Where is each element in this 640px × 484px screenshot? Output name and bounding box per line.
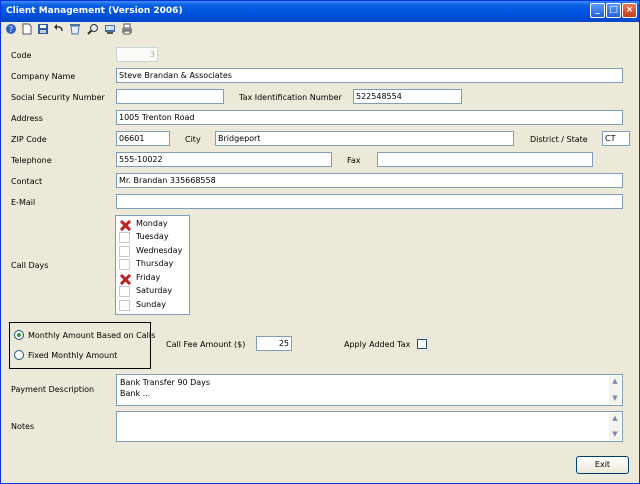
day-sunday[interactable]: Sunday (119, 299, 187, 312)
day-sunday-label: Sunday (136, 300, 166, 309)
new-icon[interactable] (21, 23, 33, 35)
payment-line-2: Bank ... (120, 389, 151, 398)
contact-field[interactable]: Mr. Brandan 335668558 (116, 173, 623, 188)
payment-label: Payment Description (11, 385, 95, 394)
day-wednesday-label: Wednesday (136, 246, 183, 255)
zip-field[interactable]: 06601 (116, 131, 170, 146)
district-label: District / State (530, 135, 588, 144)
city-field[interactable]: Bridgeport (215, 131, 514, 146)
scroll-down-icon[interactable]: ▼ (609, 429, 621, 440)
window-title: Client Management (Version 2006) (6, 6, 183, 16)
zip-label: ZIP Code (11, 135, 47, 144)
district-field[interactable]: CT (602, 131, 630, 146)
contact-label: Contact (11, 177, 43, 186)
notes-label: Notes (11, 422, 35, 431)
city-label: City (185, 135, 201, 144)
toolbar: ? (1, 22, 639, 38)
day-saturday-label: Saturday (136, 286, 173, 295)
fax-label: Fax (347, 156, 361, 165)
day-thursday[interactable]: Thursday (119, 258, 187, 271)
code-label: Code (11, 51, 32, 60)
search-icon[interactable] (87, 23, 99, 35)
ssn-field[interactable] (116, 89, 224, 104)
scroll-up-icon[interactable]: ▲ (609, 376, 621, 387)
email-label: E-Mail (11, 198, 36, 207)
day-saturday[interactable]: Saturday (119, 285, 187, 298)
day-friday[interactable]: Friday (119, 272, 187, 285)
maximize-button[interactable]: □ (606, 3, 621, 18)
plan-calls-radio[interactable] (14, 330, 24, 340)
tax-id-field[interactable]: 522548554 (353, 89, 462, 104)
help-icon[interactable]: ? (5, 23, 17, 35)
day-monday-label: Monday (136, 219, 168, 228)
scroll-down-icon[interactable]: ▼ (609, 393, 621, 404)
code-field: 3 (116, 47, 158, 62)
minimize-button[interactable]: _ (590, 3, 605, 18)
app-window: Client Management (Version 2006) _ □ × ? (0, 0, 640, 484)
call-fee-label: Call Fee Amount ($) (166, 340, 246, 349)
plan-calls-label: Monthly Amount Based on Calls (28, 331, 156, 340)
close-button[interactable]: × (622, 3, 637, 18)
print-preview-icon[interactable] (104, 23, 116, 35)
print-icon[interactable] (121, 23, 133, 35)
telephone-label: Telephone (11, 156, 52, 165)
email-field[interactable] (116, 194, 623, 209)
company-name-field[interactable]: Steve Brandan & Associates (116, 68, 623, 83)
plan-fixed-label: Fixed Monthly Amount (28, 351, 118, 360)
day-sunday-checkbox[interactable] (119, 300, 130, 311)
day-wednesday[interactable]: Wednesday (119, 245, 187, 258)
plan-fixed-radio[interactable] (14, 350, 24, 360)
svg-text:?: ? (9, 25, 13, 34)
exit-button[interactable]: Exit (576, 456, 629, 474)
company-name-label: Company Name (11, 72, 76, 81)
day-saturday-checkbox[interactable] (119, 286, 130, 297)
ssn-label: Social Security Number (11, 93, 105, 102)
notes-textarea[interactable]: ▲ ▼ (116, 411, 623, 442)
title-bar[interactable]: Client Management (Version 2006) _ □ × (1, 1, 639, 22)
payment-textarea[interactable]: Bank Transfer 90 Days Bank ... ▲ ▼ (116, 374, 623, 406)
address-label: Address (11, 114, 43, 123)
apply-tax-label: Apply Added Tax (344, 340, 411, 349)
day-monday-checkbox[interactable] (119, 219, 130, 230)
address-field[interactable]: 1005 Trenton Road (116, 110, 623, 125)
day-monday[interactable]: Monday (119, 218, 187, 231)
day-wednesday-checkbox[interactable] (119, 246, 130, 257)
day-thursday-label: Thursday (136, 259, 174, 268)
fax-field[interactable] (377, 152, 593, 167)
day-tuesday-label: Tuesday (136, 232, 169, 241)
telephone-field[interactable]: 555-10022 (116, 152, 332, 167)
undo-icon[interactable] (53, 23, 65, 35)
payment-line-1: Bank Transfer 90 Days (120, 378, 211, 387)
payment-scrollbar[interactable]: ▲ ▼ (609, 376, 621, 404)
billing-plan-group: Monthly Amount Based on Calls Fixed Mont… (9, 322, 155, 369)
scroll-up-icon[interactable]: ▲ (609, 413, 621, 424)
tax-id-label: Tax Identification Number (239, 93, 342, 102)
save-icon[interactable] (37, 23, 49, 35)
day-friday-label: Friday (136, 273, 161, 282)
day-thursday-checkbox[interactable] (119, 259, 130, 270)
notes-scrollbar[interactable]: ▲ ▼ (609, 413, 621, 440)
call-fee-field[interactable]: 25 (256, 336, 292, 351)
call-days-label: Call Days (11, 261, 49, 270)
delete-icon[interactable] (69, 23, 81, 35)
day-tuesday[interactable]: Tuesday (119, 231, 187, 244)
apply-tax-checkbox[interactable] (417, 339, 427, 349)
call-days-list: Monday Tuesday Wednesday Thursday Friday… (115, 215, 190, 315)
day-friday-checkbox[interactable] (119, 273, 130, 284)
day-tuesday-checkbox[interactable] (119, 232, 130, 243)
